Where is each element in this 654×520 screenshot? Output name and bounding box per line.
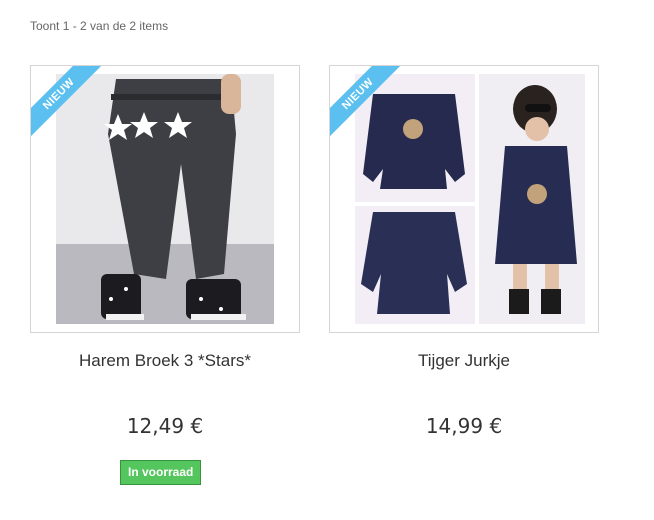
product-image-frame[interactable]: NIEUW [30, 65, 300, 333]
new-badge-label: NIEUW [31, 66, 109, 144]
product-price: 14,99 € [425, 414, 503, 438]
product-card[interactable]: NIEUW Tijger Jurkje 14,99 € [329, 65, 599, 438]
new-badge: NIEUW [31, 66, 117, 152]
product-count: Toont 1 - 2 van de 2 items [30, 19, 169, 33]
product-name[interactable]: Harem Broek 3 *Stars* [30, 351, 300, 371]
product-image-frame[interactable]: NIEUW [329, 65, 599, 333]
product-name[interactable]: Tijger Jurkje [329, 351, 599, 371]
new-badge: NIEUW [330, 66, 416, 152]
product-card[interactable]: NIEUW Harem Broek 3 *Stars* 12,49 € In v… [30, 65, 300, 485]
new-badge-label: NIEUW [330, 66, 408, 144]
product-price: 12,49 € [126, 414, 204, 438]
stock-badge: In voorraad [120, 460, 202, 485]
